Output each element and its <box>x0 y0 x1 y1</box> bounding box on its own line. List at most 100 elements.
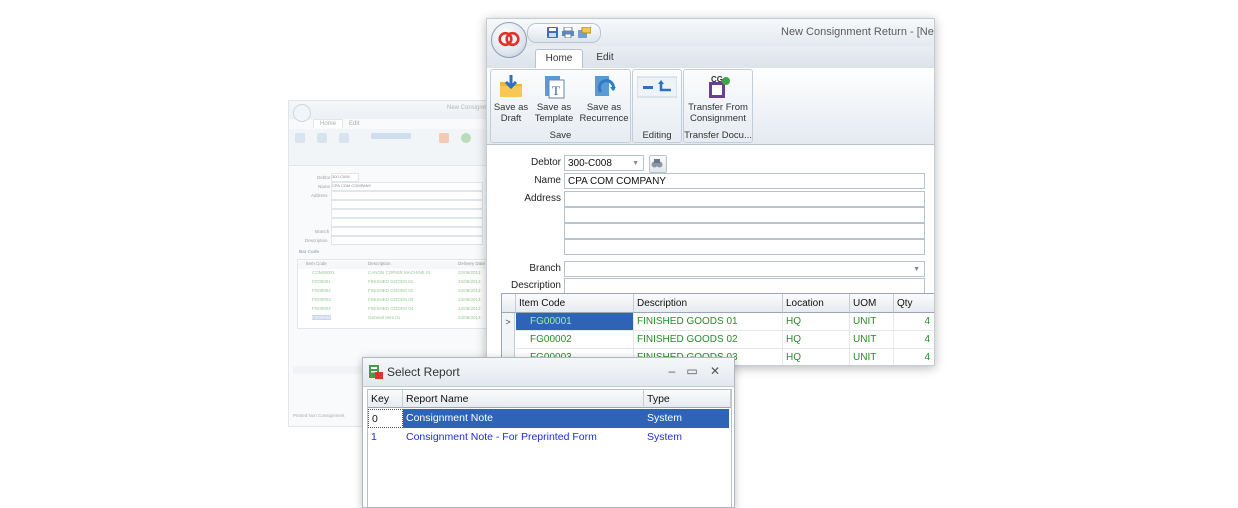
table-row[interactable]: FG00002 FINISHED GOODS 02 HQ UNIT 4 <box>502 331 934 350</box>
item-grid: Item Code Description Location UOM Qty >… <box>501 293 934 365</box>
bg-debtor-value: 300-C008 <box>331 173 359 182</box>
col-uom[interactable]: UOM <box>850 294 894 313</box>
bg-address-line-2 <box>331 200 483 209</box>
address-line-4[interactable] <box>564 239 925 255</box>
bg-cell: 22/08/2013 <box>458 288 481 293</box>
save-group: Save as Draft T Save as Template Save as… <box>490 69 631 143</box>
col-type[interactable]: Type <box>644 390 731 408</box>
application-menu-button[interactable] <box>491 22 527 58</box>
item-code-cell[interactable]: FG00001 <box>516 313 634 331</box>
address-line-3[interactable] <box>564 223 925 239</box>
description-cell[interactable]: FINISHED GOODS 02 <box>634 331 783 349</box>
table-row[interactable]: > FG00001 FINISHED GOODS 01 HQ UNIT 4 <box>502 313 934 332</box>
save-as-recurrence-button[interactable]: Save as Recurrence <box>579 70 629 128</box>
tab-home[interactable]: Home <box>535 49 583 69</box>
dialog-title-bar: Select Report – ▭ ✕ <box>363 358 734 387</box>
save-icon[interactable] <box>546 27 559 38</box>
editing-group-label: Editing <box>642 130 672 141</box>
save-as-template-button[interactable]: T Save as Template <box>533 70 575 128</box>
bg-cell: 22/08/2013 <box>458 279 481 284</box>
report-name-cell[interactable]: Consignment Note - For Preprinted Form <box>403 428 644 447</box>
bg-address-label: Address <box>311 193 328 198</box>
bg-address-line-3 <box>331 209 483 218</box>
name-field[interactable]: CPA COM COMPANY <box>564 173 925 189</box>
bg-footer-checkbox: Printed Non Consignment <box>293 413 345 418</box>
report-name-cell[interactable]: Consignment Note <box>403 409 644 428</box>
bg-cell: FG00001 <box>312 279 331 284</box>
uom-cell[interactable]: UNIT <box>850 313 894 331</box>
qty-cell[interactable]: 4 <box>894 331 934 349</box>
qty-cell[interactable]: 4 <box>894 313 934 331</box>
bg-window-title: New Consignm <box>447 105 488 111</box>
minimize-icon[interactable]: – <box>665 364 679 378</box>
item-code-cell[interactable]: FG00002 <box>516 331 634 349</box>
uom-cell[interactable]: UNIT <box>850 349 894 365</box>
row-indicator-header <box>502 294 516 313</box>
debtor-lookup-button[interactable] <box>649 155 667 173</box>
chevron-down-icon[interactable]: ▼ <box>632 156 639 172</box>
save-recurrence-icon <box>595 76 616 96</box>
bg-app-orb-icon <box>293 104 311 122</box>
branch-combobox[interactable]: ▼ <box>564 261 925 277</box>
editing-button[interactable] <box>635 70 679 128</box>
bg-cell: FG00004 <box>312 306 331 311</box>
save-as-template-label-2: Template <box>534 113 574 124</box>
type-cell[interactable]: System <box>644 409 729 428</box>
list-item[interactable]: 1 Consignment Note - For Preprinted Form… <box>368 428 731 447</box>
bg-tab-edit: Edit <box>349 121 360 127</box>
col-item-code[interactable]: Item Code <box>516 294 634 313</box>
location-cell[interactable]: HQ <box>783 349 850 365</box>
transfer-group-label: Transfer Docu... <box>684 130 752 141</box>
svg-text:CG: CG <box>711 75 723 84</box>
bg-save-template-icon <box>317 133 327 143</box>
preview-icon[interactable] <box>578 27 591 38</box>
bg-debtor-label: Debtor <box>317 175 331 180</box>
bg-cell: General Item 01 <box>368 315 401 320</box>
bg-branch-field <box>331 227 483 236</box>
ribbon: Save as Draft T Save as Template Save as… <box>487 68 934 145</box>
bg-editing-icons <box>371 133 411 139</box>
col-description[interactable]: Description <box>634 294 783 313</box>
bg-description-label: Description <box>305 238 328 243</box>
quick-access-toolbar <box>527 23 601 43</box>
key-cell[interactable]: 0 <box>368 409 403 428</box>
editing-group: Editing <box>632 69 682 143</box>
location-cell[interactable]: HQ <box>783 313 850 331</box>
select-report-dialog: Select Report – ▭ ✕ Key Report Name Type… <box>362 357 735 508</box>
transfer-consignment-icon: CG <box>709 75 730 98</box>
save-as-draft-button[interactable]: Save as Draft <box>491 70 531 128</box>
description-field[interactable] <box>564 278 925 294</box>
description-cell[interactable]: FINISHED GOODS 01 <box>634 313 783 331</box>
bg-name-value: CPA COM COMPANY <box>331 182 483 191</box>
bg-cell: 22/08/2013 <box>458 297 481 302</box>
bg-grid-row: FG00002 FINISHED GOODS 02 22/08/2013 <box>298 288 489 296</box>
chevron-down-icon[interactable]: ▼ <box>913 262 920 278</box>
maximize-icon[interactable]: ▭ <box>685 364 699 378</box>
bg-item-grid: Item Code Description Delivery Date CON0… <box>297 259 489 329</box>
report-list: Key Report Name Type 0 Consignment Note … <box>367 389 732 507</box>
bg-cell: FG00005 <box>312 315 331 320</box>
debtor-combobox[interactable]: 300-C008 ▼ <box>564 155 644 171</box>
qty-cell[interactable]: 4 <box>894 349 934 365</box>
address-line-2[interactable] <box>564 207 925 223</box>
tab-edit[interactable]: Edit <box>587 49 623 68</box>
key-cell[interactable]: 1 <box>368 428 403 447</box>
bg-col-item-code: Item Code <box>306 261 327 266</box>
col-location[interactable]: Location <box>783 294 850 313</box>
list-item[interactable]: 0 Consignment Note System <box>368 409 731 428</box>
transfer-from-consignment-button[interactable]: CG Transfer From Consignment <box>684 70 752 128</box>
col-key[interactable]: Key <box>368 390 403 408</box>
bg-cell: CANON COPIER MACHINE 01 <box>368 270 432 275</box>
print-icon[interactable] <box>562 27 575 38</box>
type-cell[interactable]: System <box>644 428 729 447</box>
close-icon[interactable]: ✕ <box>708 364 722 378</box>
transfer-label-1: Transfer From <box>688 102 748 113</box>
bg-grid-row: FG00003 FINISHED GOODS 03 22/08/2013 <box>298 297 489 305</box>
bg-cell: CON00001 <box>312 270 335 275</box>
uom-cell[interactable]: UNIT <box>850 331 894 349</box>
address-line-1[interactable] <box>564 191 925 207</box>
col-qty[interactable]: Qty <box>894 294 934 313</box>
col-report-name[interactable]: Report Name <box>403 390 644 408</box>
branch-label: Branch <box>529 263 561 274</box>
location-cell[interactable]: HQ <box>783 331 850 349</box>
